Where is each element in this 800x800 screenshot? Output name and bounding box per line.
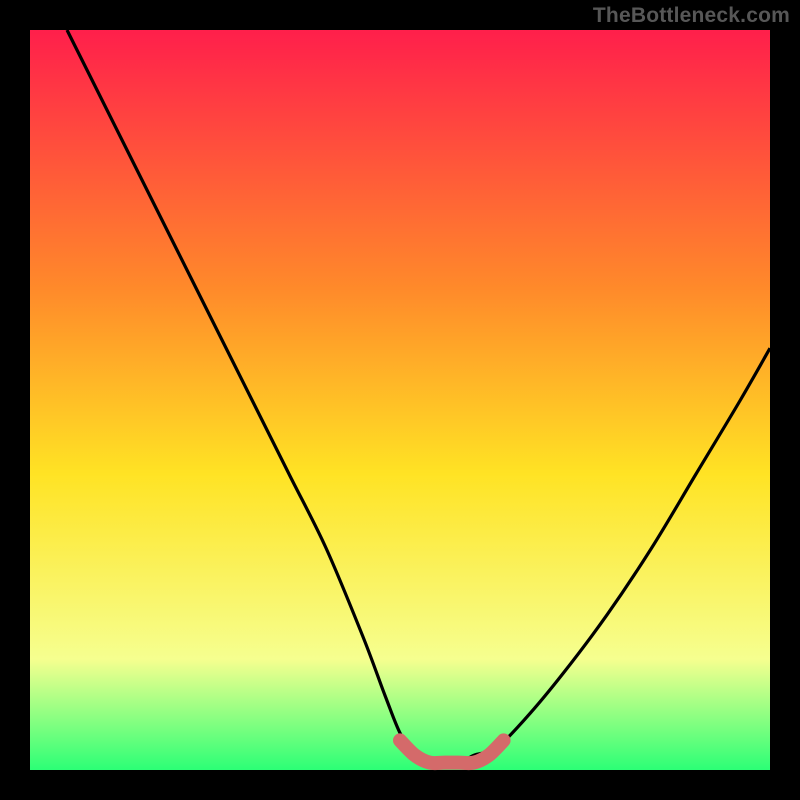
plot-background [30,30,770,770]
watermark-text: TheBottleneck.com [593,4,790,28]
bottleneck-chart [0,0,800,800]
chart-stage: TheBottleneck.com [0,0,800,800]
